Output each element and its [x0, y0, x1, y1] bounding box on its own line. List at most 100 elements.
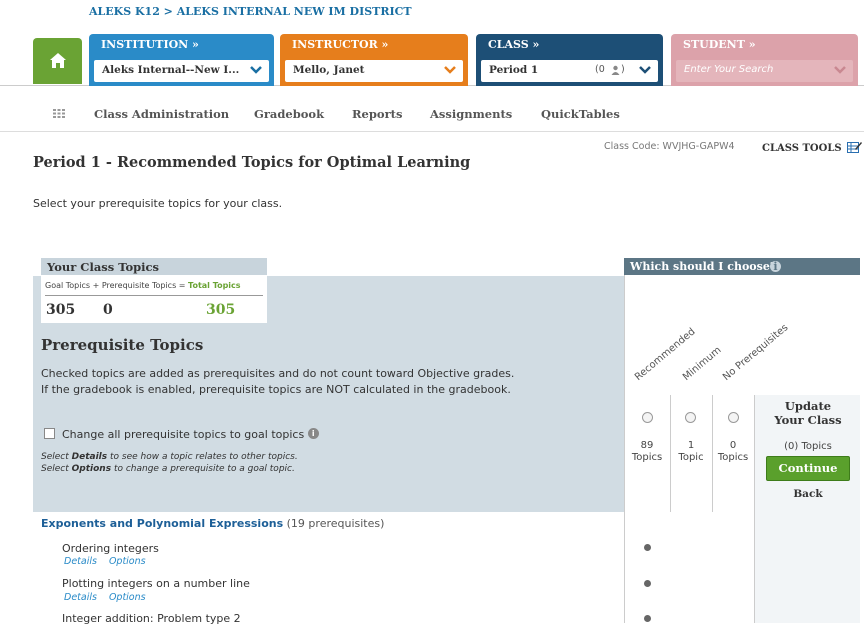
details-link[interactable]: Details	[64, 556, 97, 567]
class-panel: CLASS » Period 1 (0 )	[476, 34, 663, 86]
topic-name: Ordering integers	[62, 542, 159, 555]
main-nav: Class Administration Gradebook Reports A…	[0, 96, 864, 132]
hint2-rest: to change a prerequisite to a goal topic…	[111, 464, 295, 474]
class-topics-tab: Your Class Topics	[41, 258, 267, 275]
topic-links: Details Options	[64, 592, 158, 603]
radio-no-prerequisites[interactable]	[728, 412, 739, 423]
prerequisite-desc-line1: Checked topics are added as prerequisite…	[41, 367, 515, 380]
radio-recommended[interactable]	[642, 412, 653, 423]
selected-dot	[644, 615, 651, 622]
paren-close: )	[621, 64, 625, 75]
class-value: Period 1	[489, 64, 539, 76]
update-topic-count: (0) Topics	[784, 441, 832, 452]
class-topics-box: Goal Topics + Prerequisite Topics = Tota…	[41, 275, 267, 323]
hint2-prefix: Select	[41, 464, 72, 474]
count-value: 1	[687, 440, 695, 451]
option-count-no-prerequisites: 0 Topics	[716, 440, 750, 464]
options-link[interactable]: Options	[109, 592, 146, 603]
column-divider	[712, 395, 713, 512]
hint2-bold: Options	[71, 464, 112, 474]
section-count: (19 prerequisites)	[286, 517, 385, 530]
student-panel: STUDENT » Enter Your Search	[671, 34, 858, 86]
info-icon[interactable]: i	[770, 261, 781, 272]
option-count-recommended: 89 Topics	[630, 440, 664, 464]
class-topics-heading: Your Class Topics	[47, 260, 160, 274]
goal-topics-count: 305	[46, 302, 76, 318]
info-icon[interactable]: i	[307, 428, 319, 439]
chevron-down-icon	[834, 66, 846, 74]
section-heading[interactable]: Exponents and Polynomial Expressions (19…	[41, 517, 384, 530]
institution-title[interactable]: INSTITUTION »	[101, 38, 199, 51]
class-student-count: (0	[595, 64, 605, 75]
institution-panel: INSTITUTION » Aleks Internal--New I...	[89, 34, 274, 86]
which-should-i-choose-label: Which should I choose?	[630, 260, 777, 273]
column-divider	[670, 395, 671, 512]
nav-class-administration[interactable]: Class Administration	[94, 107, 229, 121]
topic-links: Details Options	[64, 556, 158, 567]
page-title: Period 1 - Recommended Topics for Optima…	[33, 154, 471, 171]
nav-quicktables[interactable]: QuickTables	[541, 107, 620, 121]
prerequisite-description: Checked topics are added as prerequisite…	[41, 366, 514, 398]
count-unit: Topics	[631, 452, 663, 463]
selected-dot	[644, 544, 651, 551]
class-select[interactable]: Period 1 (0 )	[481, 60, 658, 82]
section-title: Exponents and Polynomial Expressions	[41, 517, 284, 530]
student-search-input[interactable]: Enter Your Search	[676, 60, 853, 82]
class-code: Class Code: WVJHG-GAPW4	[604, 141, 735, 152]
radio-minimum[interactable]	[685, 412, 696, 423]
nav-reports[interactable]: Reports	[352, 107, 402, 121]
update-class-title: Update Your Class	[755, 399, 861, 427]
prerequisite-heading: Prerequisite Topics	[41, 336, 204, 354]
chevron-down-icon	[639, 66, 651, 74]
hint1-bold: Details	[71, 452, 108, 462]
which-should-i-choose-header: Which should I choose? i	[624, 258, 860, 275]
instructor-title[interactable]: INSTRUCTOR »	[292, 38, 388, 51]
instructor-panel: INSTRUCTOR » Mello, Janet	[280, 34, 468, 86]
update-class-box: Update Your Class (0) Topics Continue Ba…	[754, 395, 860, 623]
total-topics-count: 305	[206, 302, 236, 318]
class-tools-button[interactable]: CLASS TOOLS	[762, 140, 863, 154]
formula-text: Goal Topics + Prerequisite Topics =	[45, 281, 189, 290]
hint-text: Select Details to see how a topic relate…	[41, 451, 298, 475]
class-title[interactable]: CLASS »	[488, 38, 539, 51]
topic-name: Integer addition: Problem type 2	[62, 612, 241, 625]
chevron-down-icon	[444, 66, 456, 74]
prerequisite-topics-count: 0	[103, 302, 113, 318]
count-value: 0	[729, 440, 737, 451]
intro-text: Select your prerequisite topics for your…	[33, 197, 283, 210]
change-all-label: Change all prerequisite topics to goal t…	[62, 428, 319, 441]
count-value: 89	[640, 440, 654, 451]
update-title-line1: Update	[784, 399, 832, 413]
chevron-down-icon	[250, 66, 262, 74]
details-link[interactable]: Details	[64, 592, 97, 603]
institution-value: Aleks Internal--New I...	[102, 64, 240, 76]
class-tools-label: CLASS TOOLS	[762, 143, 842, 154]
breadcrumb[interactable]: ALEKS K12 > ALEKS INTERNAL NEW IM DISTRI…	[89, 5, 412, 18]
change-all-checkbox[interactable]	[44, 428, 55, 439]
student-search-placeholder: Enter Your Search	[684, 64, 774, 75]
header: ALEKS K12 > ALEKS INTERNAL NEW IM DISTRI…	[0, 0, 864, 86]
home-icon	[49, 53, 66, 68]
instructor-value: Mello, Janet	[293, 64, 365, 76]
continue-button[interactable]: Continue	[766, 456, 850, 481]
formula-total-label: Total Topics	[188, 281, 241, 290]
option-count-minimum: 1 Topic	[674, 440, 708, 464]
institution-select[interactable]: Aleks Internal--New I...	[94, 60, 269, 82]
edit-table-icon	[847, 142, 863, 153]
instructor-select[interactable]: Mello, Janet	[285, 60, 463, 82]
person-icon	[611, 65, 620, 75]
count-unit: Topic	[678, 452, 704, 463]
nav-gradebook[interactable]: Gradebook	[254, 107, 324, 121]
update-title-line2: Your Class	[774, 413, 842, 427]
back-button[interactable]: Back	[755, 488, 861, 500]
prerequisite-desc-line2: If the gradebook is enabled, prerequisit…	[41, 383, 511, 396]
count-unit: Topics	[717, 452, 749, 463]
student-title[interactable]: STUDENT »	[683, 38, 756, 51]
grid-menu-icon[interactable]	[53, 109, 65, 118]
home-button[interactable]	[33, 38, 82, 84]
nav-assignments[interactable]: Assignments	[430, 107, 512, 121]
change-all-label-text: Change all prerequisite topics to goal t…	[62, 428, 305, 441]
hint1-rest: to see how a topic relates to other topi…	[107, 452, 298, 462]
divider	[45, 295, 263, 296]
options-link[interactable]: Options	[109, 556, 146, 567]
